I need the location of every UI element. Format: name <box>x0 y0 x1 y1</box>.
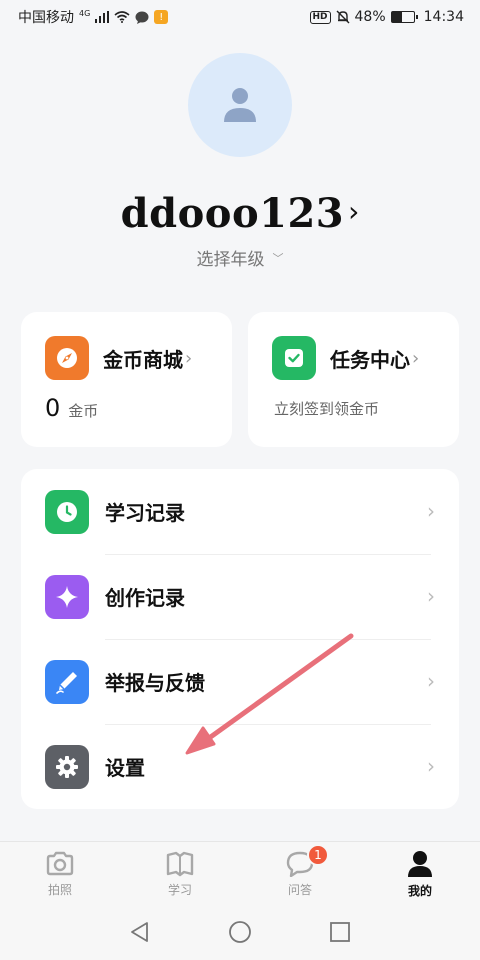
chevron-down-icon: ﹀ <box>272 252 284 265</box>
chevron-right-icon: › <box>412 347 420 369</box>
avatar[interactable] <box>188 53 292 157</box>
tab-label: 我的 <box>407 884 432 898</box>
menu-item-study-records[interactable]: 学习记录 › <box>21 469 459 554</box>
task-center-title: 任务中心 <box>330 347 410 372</box>
home-circle-icon[interactable] <box>228 920 252 944</box>
grade-selector[interactable]: 选择年级 ﹀ <box>0 244 480 270</box>
battery-level-fill <box>391 12 403 22</box>
chevron-right-icon: › <box>427 669 435 693</box>
task-center-card[interactable]: 任务中心 › 立刻签到领金币 <box>248 312 459 447</box>
task-center-subtitle: 立刻签到领金币 <box>274 400 380 418</box>
task-center-header: 任务中心 › <box>272 336 419 380</box>
chevron-right-icon: › <box>427 584 435 608</box>
menu-item-creation-records[interactable]: 创作记录 › <box>21 554 459 639</box>
status-bar: 中国移动 4G ! HD 48% 14:34 <box>0 0 480 34</box>
pen-icon <box>45 659 89 704</box>
chevron-right-icon: › <box>427 499 435 523</box>
tab-study[interactable]: 学习 <box>120 842 240 903</box>
battery-percent-label: 48% <box>354 9 386 25</box>
coin-unit: 金币 <box>68 402 99 420</box>
recents-square-icon[interactable] <box>329 921 351 943</box>
status-bar-left: 中国移动 4G ! <box>18 7 169 27</box>
carrier-label: 中国移动 <box>18 10 74 26</box>
username-row[interactable]: ddooo123 › <box>0 187 480 239</box>
grade-selector-label[interactable]: 选择年级 <box>197 245 265 270</box>
hd-voice-icon: HD <box>309 10 331 24</box>
menu-item-label: 学习记录 <box>105 501 185 525</box>
battery-icon <box>390 11 418 23</box>
menu-item-settings[interactable]: 设置 › <box>21 724 459 809</box>
tab-qa[interactable]: 1 问答 <box>240 842 360 903</box>
tab-label: 问答 <box>287 883 312 897</box>
tab-label: 拍照 <box>47 883 72 897</box>
chevron-right-icon: › <box>185 347 193 369</box>
status-bar-right: HD 48% 14:34 <box>309 9 464 25</box>
coin-balance: 0 金币 <box>45 394 98 422</box>
app-notification-icon: ! <box>154 10 169 24</box>
person-icon <box>408 851 432 877</box>
notification-badge: 1 <box>307 844 329 866</box>
message-icon <box>135 11 149 24</box>
username[interactable]: ddooo123 <box>121 190 344 237</box>
back-triangle-icon[interactable] <box>129 921 151 943</box>
menu-item-label: 设置 <box>105 756 145 780</box>
tab-me[interactable]: 我的 <box>360 842 480 903</box>
bottom-tab-bar: 拍照 学习 1 问答 我的 <box>0 841 480 903</box>
sparkle-icon <box>45 574 89 619</box>
menu-item-label: 举报与反馈 <box>105 671 205 695</box>
clock-icon <box>45 489 89 534</box>
compass-icon <box>45 336 89 380</box>
network-type-label: 4G <box>79 8 91 18</box>
chevron-right-icon: › <box>427 754 435 778</box>
tab-camera[interactable]: 拍照 <box>0 842 120 903</box>
coin-count: 0 <box>45 394 61 422</box>
coin-mall-header: 金币商城 › <box>45 336 192 380</box>
check-icon <box>272 336 316 380</box>
menu-item-report-feedback[interactable]: 举报与反馈 › <box>21 639 459 724</box>
default-avatar-icon <box>224 88 256 122</box>
system-nav-bar <box>0 903 480 960</box>
settings-menu: 学习记录 › 创作记录 › 举报与反馈 › 设置 › <box>21 469 459 809</box>
gear-icon <box>45 744 89 789</box>
coin-mall-card[interactable]: 金币商城 › 0 金币 <box>21 312 232 447</box>
tab-label: 学习 <box>167 883 192 897</box>
wifi-icon <box>114 11 130 23</box>
mute-bell-icon <box>336 10 350 24</box>
coin-mall-title: 金币商城 <box>103 347 183 372</box>
clock-label: 14:34 <box>423 9 464 25</box>
signal-icon <box>95 11 110 23</box>
camera-icon <box>46 851 74 876</box>
book-icon <box>166 851 194 877</box>
menu-item-label: 创作记录 <box>105 586 185 610</box>
chevron-right-icon: › <box>348 194 360 228</box>
